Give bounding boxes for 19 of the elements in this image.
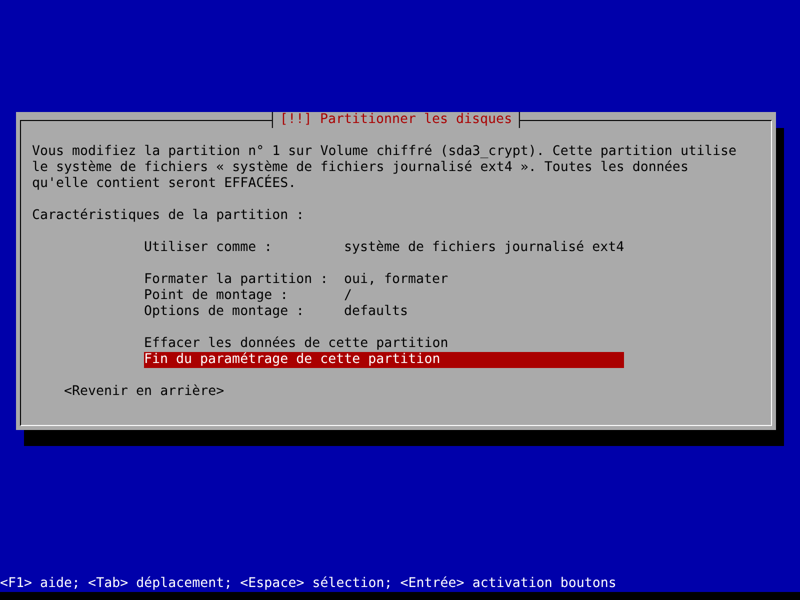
- status-bar: <F1> aide; <Tab> déplacement; <Espace> sélection; <Entrée> activation boutons: [0, 576, 800, 600]
- item-label: Formater la partition :: [144, 272, 330, 288]
- back-button[interactable]: <Revenir en arrière>: [64, 384, 224, 400]
- menu-item[interactable]: Options de montage : defaults: [144, 304, 624, 320]
- item-label: Options de montage :: [144, 304, 306, 320]
- menu-item[interactable]: Effacer les données de cette partition: [144, 336, 624, 352]
- menu-item[interactable]: Utiliser comme : système de fichiers journalisé ext4: [144, 240, 624, 256]
- item-value: oui, formater: [344, 272, 448, 288]
- item-label: Point de montage :: [144, 288, 290, 304]
- menu-item[interactable]: Point de montage : /: [144, 288, 624, 304]
- item-value: defaults: [344, 304, 408, 320]
- dialog-title: [!!] Partitionner les disques: [272, 112, 520, 128]
- message-text: Vous modifiez la partition n° 1 sur Volume chiffré (sda3_crypt). Cette partition utilise le système de fichiers « système de fichiers journalisé ext4 ». Toutes les données qu'elle contient seront EFFACÉES.: [32, 144, 738, 192]
- section-label: Caractéristiques de la partition :: [32, 208, 306, 224]
- item-value: système de fichiers journalisé ext4: [344, 240, 624, 256]
- item-label: Utiliser comme :: [144, 240, 274, 256]
- menu-item[interactable]: Fin du paramétrage de cette partition: [144, 352, 624, 368]
- menu-item[interactable]: Formater la partition : oui, formater: [144, 272, 624, 288]
- item-value: /: [344, 288, 352, 304]
